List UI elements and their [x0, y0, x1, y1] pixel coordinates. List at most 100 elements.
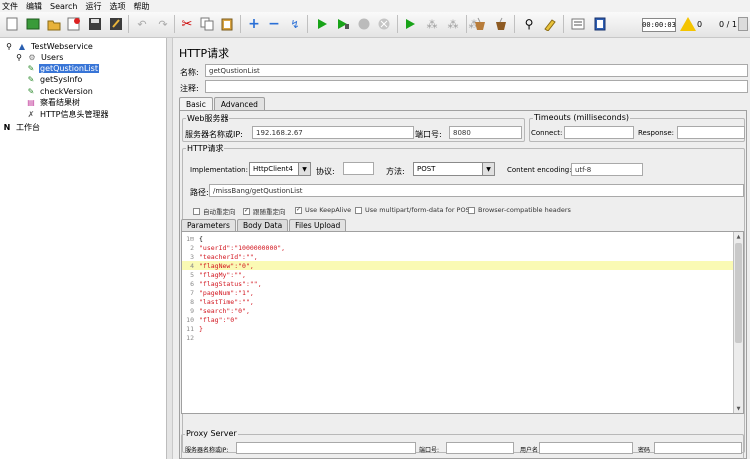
reset-search-icon[interactable]: [541, 15, 559, 33]
proxy-password-label: 密码: [638, 447, 651, 454]
remote-start-icon[interactable]: [402, 15, 420, 33]
tree-item-check-version[interactable]: ✎ checkVersion: [26, 86, 94, 97]
scroll-thumb[interactable]: [735, 243, 742, 343]
scroll-down-icon[interactable]: ▼: [734, 404, 743, 413]
web-server-group: Web服务器 服务器名称或IP: 192.168.2.67 端口号: 8080: [182, 113, 525, 142]
remote-start-all-icon[interactable]: ⁂: [423, 15, 441, 33]
tree-item-get-sys-info[interactable]: ✎ getSysInfo: [26, 74, 83, 85]
scroll-up-icon[interactable]: ▲: [734, 232, 743, 241]
keepalive-checkbox[interactable]: ✓ Use KeepAlive: [295, 206, 351, 214]
name-field[interactable]: getQustionList: [205, 64, 748, 77]
protocol-field[interactable]: [343, 162, 374, 175]
shutdown-icon[interactable]: [375, 15, 393, 33]
tree-item-result-tree[interactable]: ▤ 察看结果树: [26, 97, 81, 108]
port-field[interactable]: 8080: [449, 126, 522, 139]
search-icon[interactable]: ⚲: [520, 15, 538, 33]
tree-item-test-plan[interactable]: ⚲ ▲ TestWebservice: [4, 41, 94, 52]
method-label: 方法:: [386, 167, 405, 176]
implementation-select[interactable]: HttpClient4 ▼: [249, 162, 311, 176]
menu-run[interactable]: 运行: [85, 1, 101, 12]
code-line: 3 "teacherId":"",: [190, 252, 258, 261]
tree-item-thread-group[interactable]: ⚲ ⚙ Users: [14, 52, 64, 63]
config-tabs: Basic Advanced: [179, 97, 266, 110]
menu-options[interactable]: 选项: [109, 1, 125, 12]
menu-search[interactable]: Search: [50, 2, 77, 11]
thread-group-icon: ⚙: [28, 53, 36, 62]
follow-redirects-checkbox[interactable]: ✓ 跟随重定向: [243, 206, 286, 216]
code-line: 5 "flagMy":"",: [190, 270, 246, 279]
expand-handle-icon[interactable]: ⚲: [4, 42, 14, 52]
save-icon[interactable]: [86, 15, 104, 33]
remote-stop-icon[interactable]: ⁂: [444, 15, 462, 33]
checkbox-box: [193, 207, 200, 215]
server-label: 服务器名称或IP:: [185, 130, 243, 139]
tab-basic[interactable]: Basic: [179, 97, 213, 110]
expand-all-icon[interactable]: +: [245, 15, 263, 33]
cut-icon[interactable]: ✂: [178, 15, 196, 33]
proxy-server-label: 服务器名称或IP:: [185, 447, 229, 454]
help-icon[interactable]: [591, 15, 609, 33]
clear-icon[interactable]: [471, 15, 489, 33]
save-as-icon[interactable]: [107, 15, 125, 33]
web-server-title: Web服务器: [186, 113, 230, 124]
tree-item-get-qustion-list[interactable]: ✎ getQustionList: [26, 63, 99, 74]
start-icon[interactable]: [313, 15, 331, 33]
proxy-port-field[interactable]: [446, 442, 514, 454]
code-line: 9 "search":"0",: [190, 306, 250, 315]
warning-icon[interactable]: [680, 17, 696, 31]
templates-icon[interactable]: [24, 15, 42, 33]
proxy-server-group: Proxy Server 服务器名称或IP: 端口号: 用户名 密码: [181, 429, 744, 459]
start-no-pause-icon[interactable]: [334, 15, 352, 33]
run-status-indicator: [738, 17, 748, 31]
editor-scrollbar[interactable]: ▲ ▼: [733, 232, 743, 413]
browser-headers-checkbox[interactable]: Browser-compatible headers: [468, 206, 571, 214]
content-encoding-field[interactable]: utf-8: [571, 163, 643, 176]
close-file-icon[interactable]: [65, 15, 83, 33]
connect-timeout-field[interactable]: [564, 126, 634, 139]
tab-body-data[interactable]: Body Data: [236, 219, 289, 231]
menu-edit[interactable]: 编辑: [26, 1, 42, 12]
code-line: 7 "pageNum":"1",: [190, 288, 254, 297]
checkbox-box: [468, 206, 475, 214]
collapse-all-icon[interactable]: −: [265, 15, 283, 33]
paste-icon[interactable]: [218, 15, 236, 33]
proxy-user-field[interactable]: [539, 442, 633, 454]
tab-advanced[interactable]: Advanced: [213, 97, 265, 110]
multipart-checkbox[interactable]: Use multipart/form-data for POST: [355, 206, 474, 214]
expand-handle-icon[interactable]: ⚲: [14, 53, 24, 63]
redo-icon[interactable]: ↷: [154, 15, 172, 33]
server-ip-field[interactable]: 192.168.2.67: [252, 126, 414, 139]
tab-parameters[interactable]: Parameters: [181, 219, 236, 231]
comment-field[interactable]: [205, 80, 748, 93]
sampler-pencil-icon: ✎: [27, 87, 35, 96]
code-line: 10 "flag":"0": [186, 315, 239, 324]
response-timeout-field[interactable]: [677, 126, 745, 139]
timeouts-title: Timeouts (milliseconds): [533, 113, 631, 122]
proxy-server-field[interactable]: [236, 442, 416, 454]
copy-icon[interactable]: [198, 15, 216, 33]
function-helper-icon[interactable]: [569, 15, 587, 33]
open-icon[interactable]: [45, 15, 63, 33]
menu-help[interactable]: 帮助: [133, 1, 149, 12]
path-field[interactable]: /missBang/getQustionList: [209, 184, 744, 197]
response-label: Response:: [638, 129, 674, 137]
undo-icon[interactable]: ↶: [133, 15, 151, 33]
tree-item-header-manager[interactable]: ✗ HTTP信息头管理器: [26, 109, 109, 120]
proxy-password-field[interactable]: [654, 442, 742, 454]
tab-files-upload[interactable]: Files Upload: [289, 219, 347, 231]
body-data-editor[interactable]: 1⊟{ 2 "userId":"1000000000", 3 "teacherId"…: [181, 231, 744, 414]
stop-icon[interactable]: [355, 15, 373, 33]
sampler-pencil-icon: ✎: [27, 75, 35, 84]
proxy-server-title: Proxy Server: [185, 429, 238, 438]
listener-chart-icon: ▤: [27, 98, 35, 107]
auto-redirect-checkbox[interactable]: 自动重定向: [193, 206, 236, 216]
protocol-label: 协议:: [316, 167, 335, 176]
new-icon[interactable]: [3, 15, 21, 33]
chevron-down-icon: ▼: [482, 163, 494, 175]
clear-all-icon[interactable]: [492, 15, 510, 33]
tree-item-workbench[interactable]: N 工作台: [2, 122, 41, 133]
workbench-icon: N: [3, 123, 11, 132]
menu-file[interactable]: 文件: [2, 1, 18, 12]
method-select[interactable]: POST ▼: [413, 162, 495, 176]
toggle-icon[interactable]: ↯: [286, 15, 304, 33]
